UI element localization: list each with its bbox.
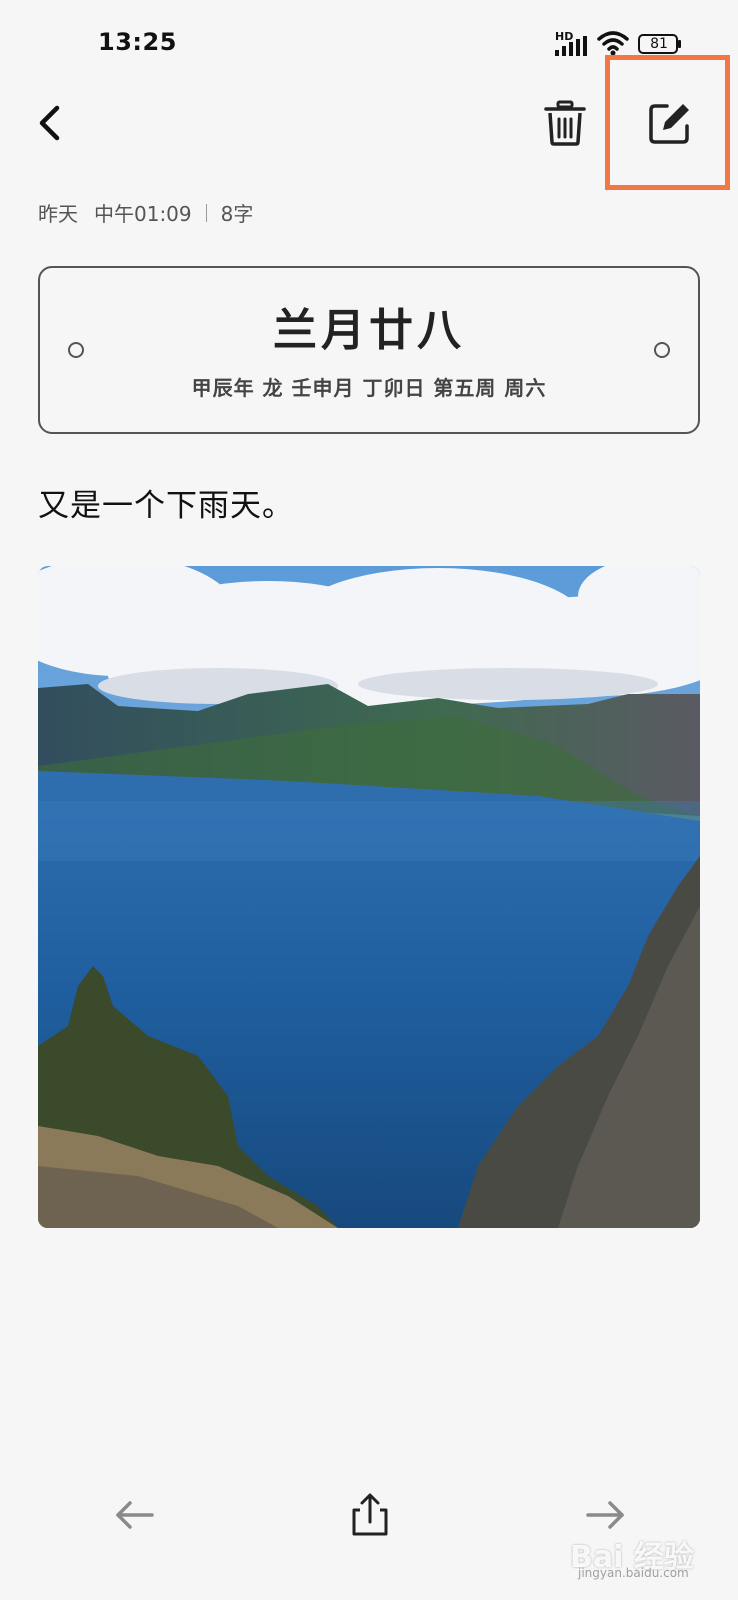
status-time: 13:25 (98, 28, 177, 56)
note-meta: 昨天 中午01:09 8字 (38, 198, 253, 227)
lunar-date: 兰月廿八 (273, 305, 465, 356)
note-photo[interactable] (38, 566, 700, 1228)
delete-button[interactable] (540, 98, 590, 148)
wifi-icon (597, 31, 629, 56)
trash-icon (544, 100, 586, 146)
meta-day: 昨天 (38, 202, 78, 226)
date-card: 兰月廿八 甲辰年 龙 壬申月 丁卯日 第五周 周六 (38, 266, 700, 434)
signal-icon (555, 36, 587, 56)
share-button[interactable] (345, 1490, 395, 1540)
arrow-left-icon (116, 1501, 154, 1529)
highlight-box (605, 55, 730, 190)
meta-time: 中午01:09 (94, 202, 192, 226)
previous-note-button[interactable] (110, 1490, 160, 1540)
watermark-url: jingyan.baidu.com (578, 1566, 689, 1580)
meta-word-count: 8字 (220, 202, 254, 226)
battery-level: 81 (650, 36, 668, 52)
meta-divider (205, 203, 207, 222)
arrow-right-icon (586, 1501, 624, 1529)
note-body[interactable]: 又是一个下雨天。 (38, 480, 294, 525)
ganzhi-date: 甲辰年 龙 壬申月 丁卯日 第五周 周六 (191, 376, 547, 400)
share-icon (352, 1493, 388, 1536)
back-button[interactable] (28, 100, 74, 146)
